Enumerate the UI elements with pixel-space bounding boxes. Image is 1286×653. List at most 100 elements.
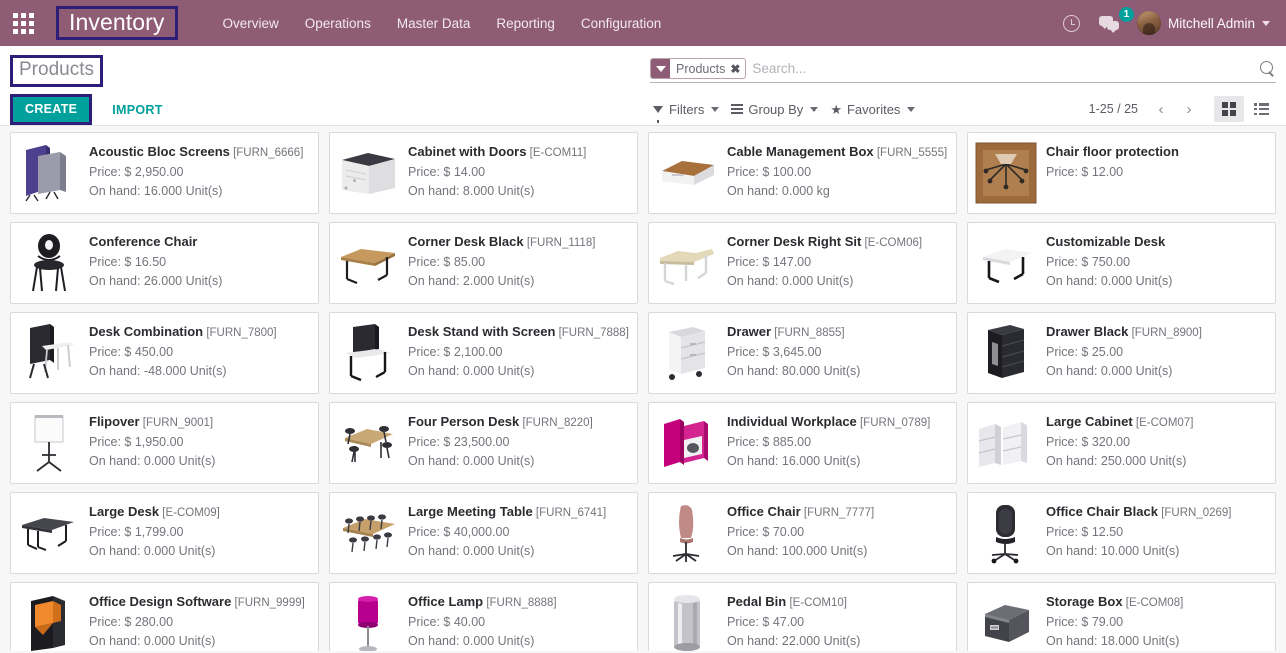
product-title-line: Drawer [FURN_8855] [727,321,948,343]
kanban-card[interactable]: Office Chair [FURN_7777] Price: $ 70.00 On… [648,492,957,575]
product-title-line: Conference Chair [89,231,310,253]
pager-previous-button[interactable]: ‹ [1148,97,1174,121]
import-button[interactable]: IMPORT [100,97,174,123]
filter-funnel-icon [653,105,663,123]
product-price: Price: $ 25.00 [1046,344,1124,359]
kanban-card[interactable]: Chair floor protection Price: $ 12.00 [967,132,1276,215]
office-chair-black-image [974,499,1038,567]
kanban-card[interactable]: Large Desk [E-COM09] Price: $ 1,799.00 On … [10,492,319,575]
kanban-card-body: Drawer [FURN_8855] Price: $ 3,645.00 On ha… [727,319,948,381]
product-price: Price: $ 16.50 [89,254,167,269]
kanban-card[interactable]: Pedal Bin [E-COM10] Price: $ 47.00 On hand… [648,582,957,652]
product-title-line: Individual Workplace [FURN_0789] [727,411,948,433]
kanban-card[interactable]: Large Cabinet [E-COM07] Price: $ 320.00 On… [967,402,1276,485]
kanban-scroll-area[interactable]: Acoustic Bloc Screens [FURN_6666] Price: … [0,126,1286,652]
large-cabinet-image [974,409,1038,477]
product-code: [FURN_9999] [231,597,305,610]
kanban-card[interactable]: Acoustic Bloc Screens [FURN_6666] Price: … [10,132,319,215]
kanban-card[interactable]: Corner Desk Black [FURN_1118] Price: $ 85… [329,222,638,305]
product-title-line: Storage Box [E-COM08] [1046,591,1267,613]
chat-icon [1098,15,1121,33]
activity-clock-icon[interactable] [1055,6,1089,40]
groupby-dropdown[interactable]: Group By [728,99,827,120]
drawer-image [655,319,719,387]
menu-item-master-data[interactable]: Master Data [384,10,484,37]
desk-stand-with-screen-image [336,319,400,387]
search-icon[interactable] [1260,60,1276,77]
product-code: [E-COM10] [786,597,847,610]
kanban-card[interactable]: Cable Management Box [FURN_5555] Price: $… [648,132,957,215]
kanban-card[interactable]: Drawer [FURN_8855] Price: $ 3,645.00 On ha… [648,312,957,395]
office-chair-image [655,499,719,567]
product-on-hand: On hand: 250.000 Unit(s) [1046,454,1187,469]
product-name: Corner Desk Black [408,234,524,250]
kanban-card[interactable]: Office Chair Black [FURN_0269] Price: $ 1… [967,492,1276,575]
menu-item-configuration[interactable]: Configuration [568,10,674,37]
menu-item-overview[interactable]: Overview [210,10,292,37]
caret-down-icon [810,106,819,112]
product-code: [FURN_6741] [532,507,607,520]
kanban-card-body: Chair floor protection Price: $ 12.00 [1046,139,1267,182]
close-icon[interactable]: ✖ [729,59,745,78]
user-menu[interactable]: Mitchell Admin [1131,11,1278,35]
kanban-view-icon [1222,102,1236,116]
product-name: Office Chair Black [1046,504,1158,520]
kanban-card-body: Pedal Bin [E-COM10] Price: $ 47.00 On hand… [727,589,948,651]
product-name: Desk Combination [89,324,204,340]
kanban-card-body: Storage Box [E-COM08] Price: $ 79.00 On ha… [1046,589,1267,651]
kanban-card[interactable]: Flipover [FURN_9001] Price: $ 1,950.00 On … [10,402,319,485]
kanban-card-body: Cabinet with Doors [E-COM11] Price: $ 14.… [408,139,629,201]
acoustic-bloc-screens-image [17,139,81,207]
kanban-card[interactable]: Individual Workplace [FURN_0789] Price: $… [648,402,957,485]
kanban-card[interactable]: Four Person Desk [FURN_8220] Price: $ 23,… [329,402,638,485]
kanban-card[interactable]: Conference Chair Price: $ 16.50 On hand: 2… [10,222,319,305]
search-input[interactable] [750,58,1254,79]
kanban-card[interactable]: Storage Box [E-COM08] Price: $ 79.00 On ha… [967,582,1276,652]
kanban-view-button[interactable] [1214,96,1244,122]
product-name: Large Meeting Table [408,504,533,520]
caret-down-icon [907,106,916,112]
filters-dropdown[interactable]: Filters [650,99,728,123]
product-title-line: Chair floor protection [1046,141,1267,163]
product-name: Flipover [89,414,140,430]
app-brand-inventory[interactable]: Inventory [69,11,165,34]
product-name: Four Person Desk [408,414,520,430]
kanban-card[interactable]: Office Design Software [FURN_9999] Price:… [10,582,319,652]
menu-item-operations[interactable]: Operations [292,10,384,37]
kanban-card-body: Office Chair [FURN_7777] Price: $ 70.00 On… [727,499,948,561]
product-price: Price: $ 450.00 [89,344,174,359]
kanban-card-body: Four Person Desk [FURN_8220] Price: $ 23,… [408,409,629,471]
apps-grid-icon[interactable] [0,0,46,46]
kanban-card[interactable]: Customizable Desk Price: $ 750.00 On hand:… [967,222,1276,305]
product-on-hand: On hand: 0.000 Unit(s) [408,454,535,469]
list-view-button[interactable] [1246,96,1276,122]
product-name: Storage Box [1046,594,1123,610]
product-price: Price: $ 79.00 [1046,614,1124,629]
kanban-card[interactable]: Corner Desk Right Sit [E-COM06] Price: $ … [648,222,957,305]
product-name: Cabinet with Doors [408,144,527,160]
product-on-hand: On hand: 16.000 Unit(s) [89,184,223,199]
product-code: [E-COM07] [1132,417,1194,430]
search-facet-products[interactable]: Products ✖ [650,58,747,79]
kanban-card[interactable]: Desk Combination [FURN_7800] Price: $ 450… [10,312,319,395]
product-code: [FURN_0789] [856,417,931,430]
groupby-label: Group By [748,101,804,117]
kanban-card[interactable]: Large Meeting Table [FURN_6741] Price: $ … [329,492,638,575]
kanban-card[interactable]: Desk Stand with Screen [FURN_7888] Price:… [329,312,638,395]
product-price: Price: $ 750.00 [1046,254,1131,269]
product-on-hand: On hand: 80.000 Unit(s) [727,364,861,379]
messages-button[interactable]: 1 [1093,6,1134,40]
product-title-line: Drawer Black [FURN_8900] [1046,321,1267,343]
filter-funnel-icon [651,59,670,78]
kanban-card[interactable]: Drawer Black [FURN_8900] Price: $ 25.00 On… [967,312,1276,395]
kanban-card[interactable]: Cabinet with Doors [E-COM11] Price: $ 14.… [329,132,638,215]
messages-count-badge: 1 [1118,7,1134,22]
product-on-hand: On hand: 10.000 Unit(s) [1046,544,1180,559]
create-button[interactable]: CREATE [13,96,90,123]
kanban-card[interactable]: Office Lamp [FURN_8888] Price: $ 40.00 On … [329,582,638,652]
flipover-image [17,409,81,477]
menu-item-reporting[interactable]: Reporting [483,10,568,37]
pager-next-button[interactable]: › [1176,97,1202,121]
favorites-dropdown[interactable]: ★ Favorites [827,99,924,120]
product-code: [E-COM11] [526,147,587,160]
